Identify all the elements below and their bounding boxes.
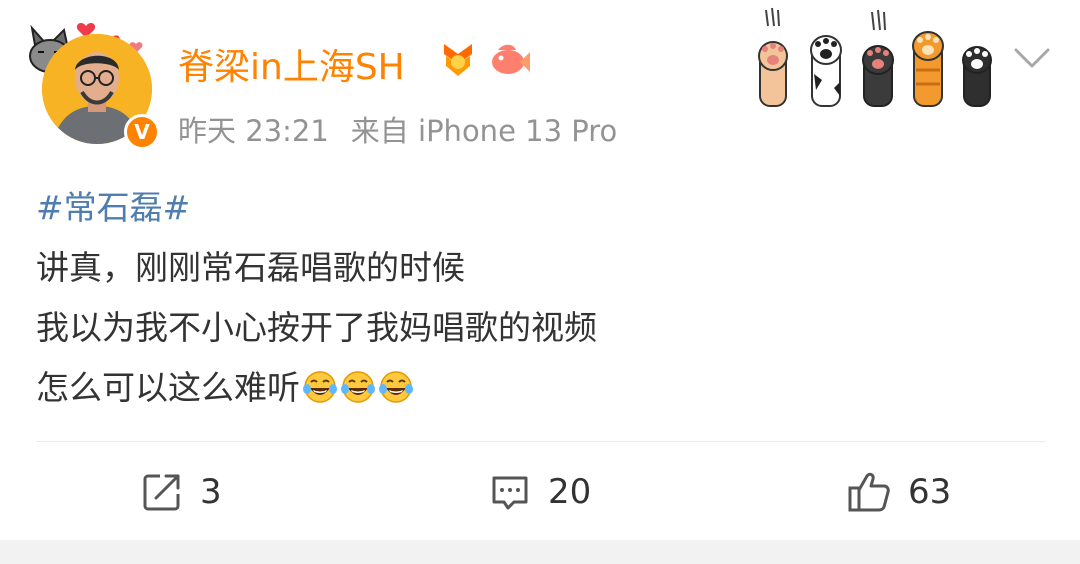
post-meta: 昨天 23:21 来自 iPhone 13 Pro: [178, 108, 617, 150]
post-text-line-1: 讲真，刚刚常石磊唱歌的时候: [36, 248, 465, 287]
post-source: 来自 iPhone 13 Pro: [350, 114, 618, 148]
divider: [36, 441, 1046, 442]
laughing-tears-emoji-icon: [303, 371, 337, 403]
repost-button[interactable]: 3: [140, 468, 222, 516]
fish-badge-icon[interactable]: [488, 40, 532, 80]
user-badges: [438, 40, 532, 80]
bottom-separator: [0, 540, 1080, 564]
like-icon: [848, 472, 890, 512]
laughing-tears-emoji-icon: [341, 371, 375, 403]
like-button[interactable]: 63: [846, 468, 951, 516]
post-text-line-3: 怎么可以这么难听: [36, 368, 300, 407]
laughing-tears-emoji-icon: [379, 371, 413, 403]
post-content: #常石磊# 讲真，刚刚常石磊唱歌的时候 我以为我不小心按开了我妈唱歌的视频 怎么…: [36, 178, 1036, 418]
topic-link[interactable]: #常石磊#: [36, 178, 1036, 238]
comment-button[interactable]: 20: [488, 468, 591, 516]
post-text-line-2: 我以为我不小心按开了我妈唱歌的视频: [36, 308, 597, 347]
chevron-down-icon[interactable]: [1012, 44, 1052, 74]
verified-icon: V: [124, 114, 160, 150]
post-time: 昨天 23:21: [178, 114, 329, 148]
comment-icon: [492, 476, 528, 510]
username[interactable]: 脊梁in上海SH: [178, 38, 405, 90]
comment-count: 20: [548, 472, 592, 512]
repost-count: 3: [200, 472, 222, 512]
cat-paws-decoration-icon: [758, 7, 992, 107]
weibo-post-card: V 脊梁in上海SH 昨天 23:21 来自 iPhone 13 Pro #常石…: [0, 0, 1080, 540]
like-count: 63: [908, 472, 952, 512]
medal-badge-icon[interactable]: [438, 40, 478, 80]
repost-icon: [143, 474, 180, 511]
post-text-line-3-row: 怎么可以这么难听: [36, 358, 1036, 418]
avatar-area[interactable]: V: [28, 18, 160, 150]
